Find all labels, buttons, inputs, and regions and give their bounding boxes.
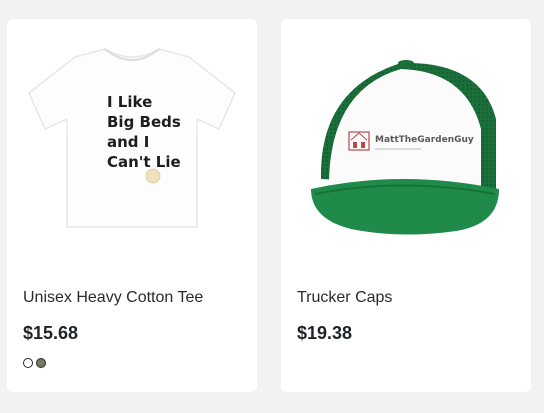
product-title[interactable]: Unisex Heavy Cotton Tee	[23, 289, 203, 307]
shirt-print-line-3: and I	[107, 133, 149, 151]
cap-brand-text: MattTheGardenGuy	[375, 135, 474, 145]
trucker-cap-icon: MattTheGardenGuy	[311, 60, 499, 235]
color-swatches	[23, 358, 46, 368]
product-card-cap[interactable]: MattTheGardenGuy Trucker Caps $19.38	[281, 19, 531, 392]
product-grid: I Like Big Beds and I Can't Lie Unisex H…	[0, 0, 544, 413]
product-card-tee[interactable]: I Like Big Beds and I Can't Lie Unisex H…	[7, 19, 257, 392]
product-title[interactable]: Trucker Caps	[297, 289, 392, 307]
product-price: $19.38	[297, 323, 353, 343]
color-swatch-olive[interactable]	[36, 358, 46, 368]
color-swatch-white[interactable]	[23, 358, 33, 368]
t-shirt-icon: I Like Big Beds and I Can't Lie	[28, 48, 236, 228]
shirt-print-line-1: I Like	[107, 93, 152, 111]
product-price: $15.68	[23, 323, 79, 343]
shirt-print-line-2: Big Beds	[107, 113, 181, 131]
product-image-cap[interactable]: MattTheGardenGuy	[281, 19, 531, 279]
shirt-print-line-4: Can't Lie	[107, 153, 181, 171]
shirt-logo-icon	[145, 168, 161, 184]
product-image-tee[interactable]: I Like Big Beds and I Can't Lie	[7, 19, 257, 279]
